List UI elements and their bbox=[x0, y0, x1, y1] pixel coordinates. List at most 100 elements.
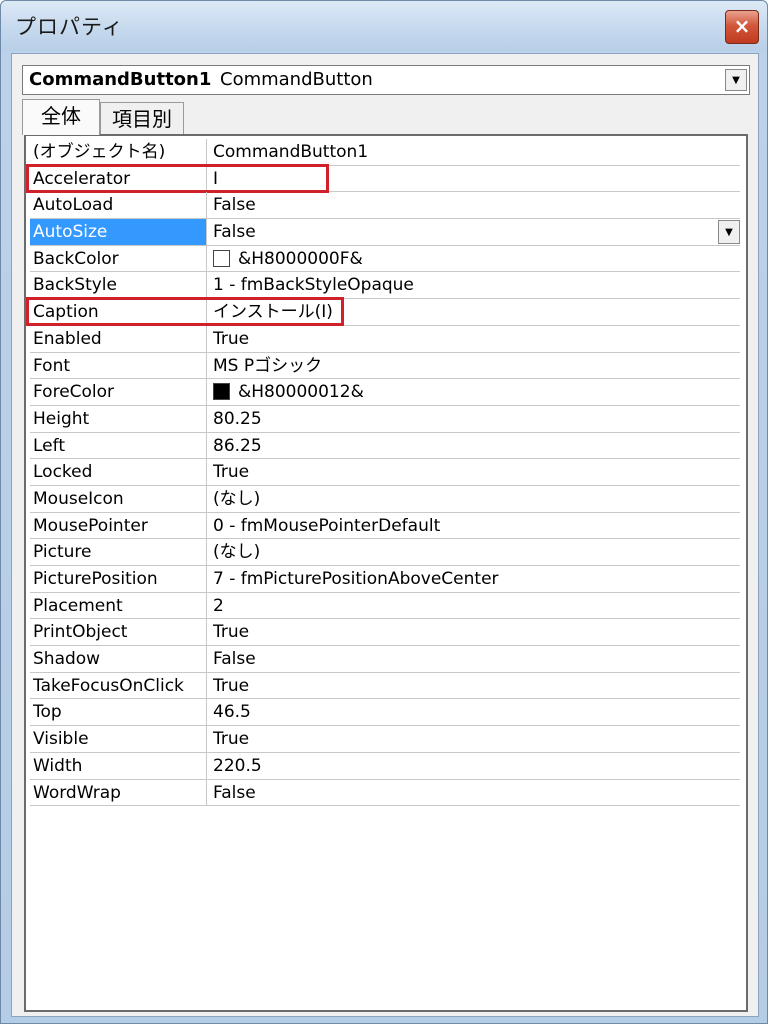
property-value[interactable]: (なし) bbox=[208, 486, 740, 512]
property-row[interactable]: WordWrap False bbox=[30, 779, 740, 807]
property-value-text: True bbox=[213, 462, 250, 483]
property-value-text: &H80000012& bbox=[238, 382, 364, 403]
property-value-text: &H8000000F& bbox=[238, 248, 363, 269]
property-name[interactable]: (オブジェクト名) bbox=[30, 139, 207, 165]
property-value[interactable]: I bbox=[208, 166, 740, 192]
property-value[interactable]: 0 - fmMousePointerDefault bbox=[208, 513, 740, 539]
property-value[interactable]: False ▼ bbox=[208, 219, 740, 245]
property-value[interactable]: True bbox=[208, 673, 740, 699]
property-row[interactable]: Shadow False bbox=[30, 646, 740, 673]
property-value[interactable]: &H8000000F& bbox=[208, 246, 740, 272]
property-value-text: False bbox=[213, 222, 256, 243]
property-name[interactable]: Visible bbox=[30, 726, 207, 752]
property-name[interactable]: Height bbox=[30, 405, 207, 432]
property-value[interactable]: インストール(I) bbox=[208, 299, 740, 325]
property-value-text: インストール(I) bbox=[213, 302, 333, 323]
tab-alphabetic[interactable]: 全体 bbox=[22, 99, 100, 135]
property-row[interactable]: Locked True bbox=[30, 459, 740, 486]
property-name[interactable]: ForeColor bbox=[30, 379, 207, 405]
property-name[interactable]: MouseIcon bbox=[30, 485, 207, 512]
property-row[interactable]: MousePointer 0 - fmMousePointerDefault bbox=[30, 512, 740, 540]
chevron-down-icon[interactable]: ▼ bbox=[718, 220, 740, 245]
property-name[interactable]: Top bbox=[30, 699, 207, 726]
property-name[interactable]: BackColor bbox=[30, 245, 207, 272]
property-name[interactable]: Caption bbox=[30, 299, 207, 325]
property-value[interactable]: True bbox=[208, 726, 740, 752]
property-value[interactable]: CommandButton1 bbox=[208, 139, 740, 165]
property-name[interactable]: Picture bbox=[30, 539, 207, 565]
property-value[interactable]: 46.5 bbox=[208, 699, 740, 725]
color-swatch bbox=[213, 249, 230, 267]
property-name[interactable]: AutoSize bbox=[30, 219, 207, 245]
property-value-text: 220.5 bbox=[213, 755, 262, 776]
property-name[interactable]: TakeFocusOnClick bbox=[30, 672, 207, 699]
property-value[interactable]: False bbox=[208, 646, 740, 672]
tab-categorized[interactable]: 項目別 bbox=[100, 102, 184, 136]
property-value-text: 2 bbox=[213, 595, 224, 616]
window-title: プロパティ bbox=[15, 15, 124, 39]
property-row[interactable]: Left 86.25 bbox=[30, 432, 740, 460]
close-button[interactable]: × bbox=[725, 10, 759, 44]
property-row[interactable]: Visible True bbox=[30, 726, 740, 753]
title-bar[interactable]: プロパティ × bbox=[1, 1, 767, 51]
property-row[interactable]: PrintObject True bbox=[30, 619, 740, 647]
property-row[interactable]: AutoLoad False bbox=[30, 192, 740, 220]
property-value-text: True bbox=[213, 622, 250, 643]
property-row[interactable]: BackColor &H8000000F& bbox=[30, 245, 740, 273]
property-row[interactable]: MouseIcon (なし) bbox=[30, 485, 740, 513]
property-name[interactable]: Left bbox=[30, 432, 207, 459]
property-row[interactable]: AutoSize False ▼ bbox=[30, 219, 740, 246]
property-name[interactable]: Font bbox=[30, 352, 207, 379]
property-value-text: True bbox=[213, 729, 250, 750]
object-selector[interactable]: CommandButton1 CommandButton ▼ bbox=[22, 65, 750, 95]
property-name[interactable]: BackStyle bbox=[30, 272, 207, 299]
property-value-text: True bbox=[213, 328, 250, 349]
property-value[interactable]: True bbox=[208, 619, 740, 645]
property-name[interactable]: PrintObject bbox=[30, 619, 207, 646]
property-name[interactable]: AutoLoad bbox=[30, 192, 207, 219]
property-name[interactable]: Placement bbox=[30, 592, 207, 619]
property-row[interactable]: Top 46.5 bbox=[30, 699, 740, 727]
property-value-text: 1 - fmBackStyleOpaque bbox=[213, 275, 414, 296]
property-name[interactable]: Enabled bbox=[30, 325, 207, 352]
property-row[interactable]: ForeColor &H80000012& bbox=[30, 379, 740, 406]
property-value-text: I bbox=[213, 168, 219, 189]
property-row[interactable]: Placement 2 bbox=[30, 592, 740, 620]
property-value[interactable]: 86.25 bbox=[208, 433, 740, 459]
property-name[interactable]: MousePointer bbox=[30, 512, 207, 539]
property-row[interactable]: (オブジェクト名) CommandButton1 bbox=[30, 139, 740, 166]
property-value-text: (なし) bbox=[213, 488, 261, 509]
property-value[interactable]: 1 - fmBackStyleOpaque bbox=[208, 272, 740, 298]
color-swatch bbox=[213, 383, 230, 401]
property-value[interactable]: 2 bbox=[208, 593, 740, 619]
property-value-text: 86.25 bbox=[213, 435, 262, 456]
property-name[interactable]: Width bbox=[30, 752, 207, 779]
property-row[interactable]: Height 80.25 bbox=[30, 405, 740, 433]
property-row[interactable]: Picture (なし) bbox=[30, 539, 740, 566]
chevron-down-icon[interactable]: ▼ bbox=[725, 69, 747, 91]
property-row[interactable]: TakeFocusOnClick True bbox=[30, 672, 740, 700]
property-value[interactable]: &H80000012& bbox=[208, 379, 740, 405]
property-value[interactable]: 80.25 bbox=[208, 406, 740, 432]
property-name[interactable]: PicturePosition bbox=[30, 566, 207, 592]
property-value[interactable]: (なし) bbox=[208, 539, 740, 565]
property-value[interactable]: True bbox=[208, 459, 740, 485]
property-value[interactable]: False bbox=[208, 780, 740, 806]
property-row[interactable]: Caption インストール(I) bbox=[26, 297, 740, 327]
property-name[interactable]: WordWrap bbox=[30, 779, 207, 806]
property-row[interactable]: BackStyle 1 - fmBackStyleOpaque bbox=[30, 272, 740, 300]
property-row[interactable]: Accelerator I bbox=[26, 163, 740, 193]
property-row[interactable]: Width 220.5 bbox=[30, 752, 740, 780]
property-row[interactable]: Enabled True bbox=[30, 325, 740, 353]
property-value[interactable]: MS Pゴシック bbox=[208, 353, 740, 379]
property-row[interactable]: Font MS Pゴシック bbox=[30, 352, 740, 380]
property-name[interactable]: Accelerator bbox=[30, 165, 207, 192]
property-grid: (オブジェクト名) CommandButton1 Accelerator I AutoL… bbox=[24, 134, 748, 1012]
property-value[interactable]: 220.5 bbox=[208, 753, 740, 779]
property-value[interactable]: False bbox=[208, 192, 740, 218]
property-name[interactable]: Shadow bbox=[30, 646, 207, 672]
property-value[interactable]: True bbox=[208, 326, 740, 352]
property-row[interactable]: PicturePosition 7 - fmPicturePositionAbov… bbox=[30, 566, 740, 593]
property-name[interactable]: Locked bbox=[30, 459, 207, 485]
property-value[interactable]: 7 - fmPicturePositionAboveCenter bbox=[208, 566, 740, 592]
